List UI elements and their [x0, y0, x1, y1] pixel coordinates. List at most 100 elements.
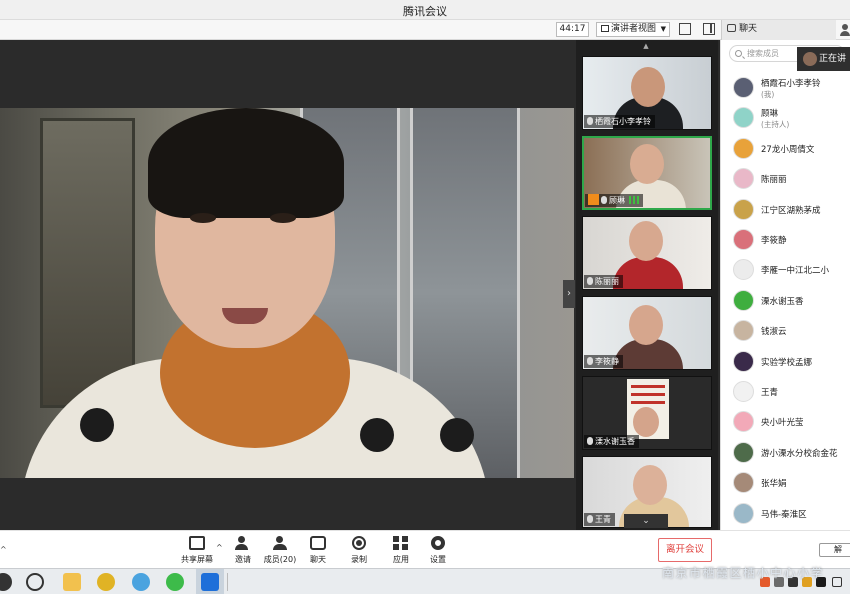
avatar [733, 502, 754, 524]
chat-tab[interactable]: 聊天 [721, 20, 836, 40]
thumb-person-head [631, 67, 665, 107]
speaker-hair [148, 108, 344, 218]
sidebar-toggle-icon[interactable] [703, 23, 715, 35]
thumbnail-label: 栖霞石小李孝铃 [584, 115, 655, 128]
thumb-person-head [630, 144, 664, 184]
participant-item[interactable]: 溧水谢玉香 [721, 287, 850, 317]
thumb-person-head [633, 465, 667, 505]
thumbnail-video[interactable]: 溧水谢玉香 [582, 376, 712, 450]
participant-name: 央小叶光莹 [761, 418, 804, 429]
participant-item[interactable]: 李筱静 [721, 226, 850, 256]
settings-label: 设置 [430, 555, 446, 564]
thumbnail-name: 栖霞石小李孝铃 [595, 117, 651, 126]
chevron-down-icon[interactable]: ⌄ [624, 514, 668, 528]
view-mode-label: 演讲者视图 [611, 24, 657, 34]
taskbar-separator [227, 573, 228, 591]
poster-line [631, 393, 665, 396]
participant-name: 李雁一中江北二小 [761, 266, 830, 277]
participant-item[interactable]: 王青 [721, 378, 850, 408]
avatar [733, 107, 754, 129]
record-icon [352, 536, 366, 550]
window-title: 腾讯会议 [403, 5, 447, 18]
chevron-up-icon[interactable]: ^ [0, 545, 7, 554]
participant-item[interactable]: 李雁一中江北二小 [721, 256, 850, 286]
participant-name: 顾琳 [761, 109, 779, 120]
participant-name: 实验学校孟娜 [761, 357, 813, 368]
avatar [733, 411, 754, 433]
chevron-right-icon[interactable]: › [563, 280, 575, 308]
avatar [733, 472, 754, 494]
avatar [733, 168, 754, 190]
folder-icon[interactable] [63, 573, 81, 591]
thumbnail-strip: ▲ 栖霞石小李孝铃 顾琳 陈丽丽 李筱静 溧水谢玉香 王青 ⌄ [576, 40, 718, 530]
main-speaker-video[interactable]: ‹ › [0, 40, 575, 530]
avatar [733, 289, 754, 311]
invite-icon [235, 536, 251, 550]
share-screen-label: 共享屏幕 [181, 555, 213, 564]
speaker-scene: ‹ [0, 108, 574, 478]
search-placeholder: 搜索成员 [747, 49, 779, 58]
share-screen-button[interactable]: 共享屏幕 [175, 534, 219, 568]
participant-item[interactable]: 钱淑云 [721, 317, 850, 347]
search-icon [735, 50, 742, 57]
participant-item[interactable]: 央小叶光莹 [721, 408, 850, 438]
participant-item[interactable]: 马伟-秦淮区 [721, 500, 850, 530]
participant-name: 江宁区湖熟茅成 [761, 205, 821, 216]
coat-dot [360, 418, 394, 452]
poster-line [631, 401, 665, 404]
participant-item[interactable]: 游小溧水分校俞金花 [721, 439, 850, 469]
thumbnail-label: 陈丽丽 [584, 275, 623, 288]
thumbnail-video[interactable]: 栖霞石小李孝铃 [582, 56, 712, 130]
members-panel-icon[interactable] [840, 24, 850, 36]
participant-item[interactable]: 顾琳 (主持人) [721, 104, 850, 134]
wechat-icon[interactable] [166, 573, 184, 591]
participant-name: 陈丽丽 [761, 175, 787, 186]
panel-action-button[interactable]: 解 [819, 543, 850, 557]
avatar [733, 320, 754, 342]
host-icon [588, 194, 599, 205]
thumbnail-video[interactable]: 李筱静 [582, 296, 712, 370]
participant-item[interactable]: 江宁区湖熟茅成 [721, 196, 850, 226]
share-screen-icon [189, 536, 205, 550]
top-toolbar: 44:17 演讲者视图 ▼ 聊天 [0, 20, 850, 40]
participant-item[interactable]: 栖霞石小李孝铃 (我) [721, 74, 850, 104]
meeting-window: 腾讯会议 44:17 演讲者视图 ▼ 聊天 › ▲ 栖霞石小李孝铃 顾琳 陈丽丽… [0, 0, 850, 594]
participant-name: 钱淑云 [761, 327, 787, 338]
mic-icon [587, 515, 593, 523]
thumbnail-video[interactable]: 顾琳 [582, 136, 712, 210]
settings-button[interactable]: 设置 [416, 534, 460, 568]
avatar [733, 350, 754, 372]
participants-panel: 搜索成员 栖霞石小李孝铃 (我) 顾琳 (主持人) 27龙小周倩文 陈丽丽 江宁区湖熟茅成李… [720, 40, 850, 530]
mic-icon [601, 196, 607, 204]
chevron-down-icon: ▼ [660, 25, 666, 33]
chat-icon [727, 24, 736, 32]
participant-item[interactable]: 张华娟 [721, 469, 850, 499]
thumbnail-label: 李筱静 [584, 355, 623, 368]
participant-name: 溧水谢玉香 [761, 296, 804, 307]
thumbnail-video[interactable]: 陈丽丽 [582, 216, 712, 290]
app-icon[interactable] [97, 573, 115, 591]
browser-icon[interactable] [132, 573, 150, 591]
record-button[interactable]: 录制 [337, 534, 381, 568]
magnifier-icon[interactable] [26, 573, 44, 591]
start-icon[interactable] [0, 573, 12, 591]
thumbnail-name: 王青 [595, 515, 611, 524]
chevron-up-icon[interactable]: ▲ [631, 42, 661, 50]
participant-item[interactable]: 实验学校孟娜 [721, 348, 850, 378]
participant-role: (我) [761, 90, 775, 99]
chat-button[interactable]: 聊天 [296, 534, 340, 568]
thumbnail-name: 陈丽丽 [595, 277, 619, 286]
notification-icon[interactable] [832, 577, 842, 587]
chat-tab-label: 聊天 [739, 24, 758, 34]
speaker-eye [270, 213, 296, 223]
coat-dot [440, 418, 474, 452]
tencent-meeting-icon[interactable] [201, 573, 219, 591]
leave-meeting-button[interactable]: 离开会议 [658, 538, 712, 562]
poster-line [631, 385, 665, 388]
participant-item[interactable]: 陈丽丽 [721, 165, 850, 195]
participant-item[interactable]: 27龙小周倩文 [721, 135, 850, 165]
fullscreen-icon[interactable] [679, 23, 691, 35]
view-mode-dropdown[interactable]: 演讲者视图 ▼ [596, 22, 670, 37]
apps-icon [393, 536, 409, 550]
avatar [733, 198, 754, 220]
